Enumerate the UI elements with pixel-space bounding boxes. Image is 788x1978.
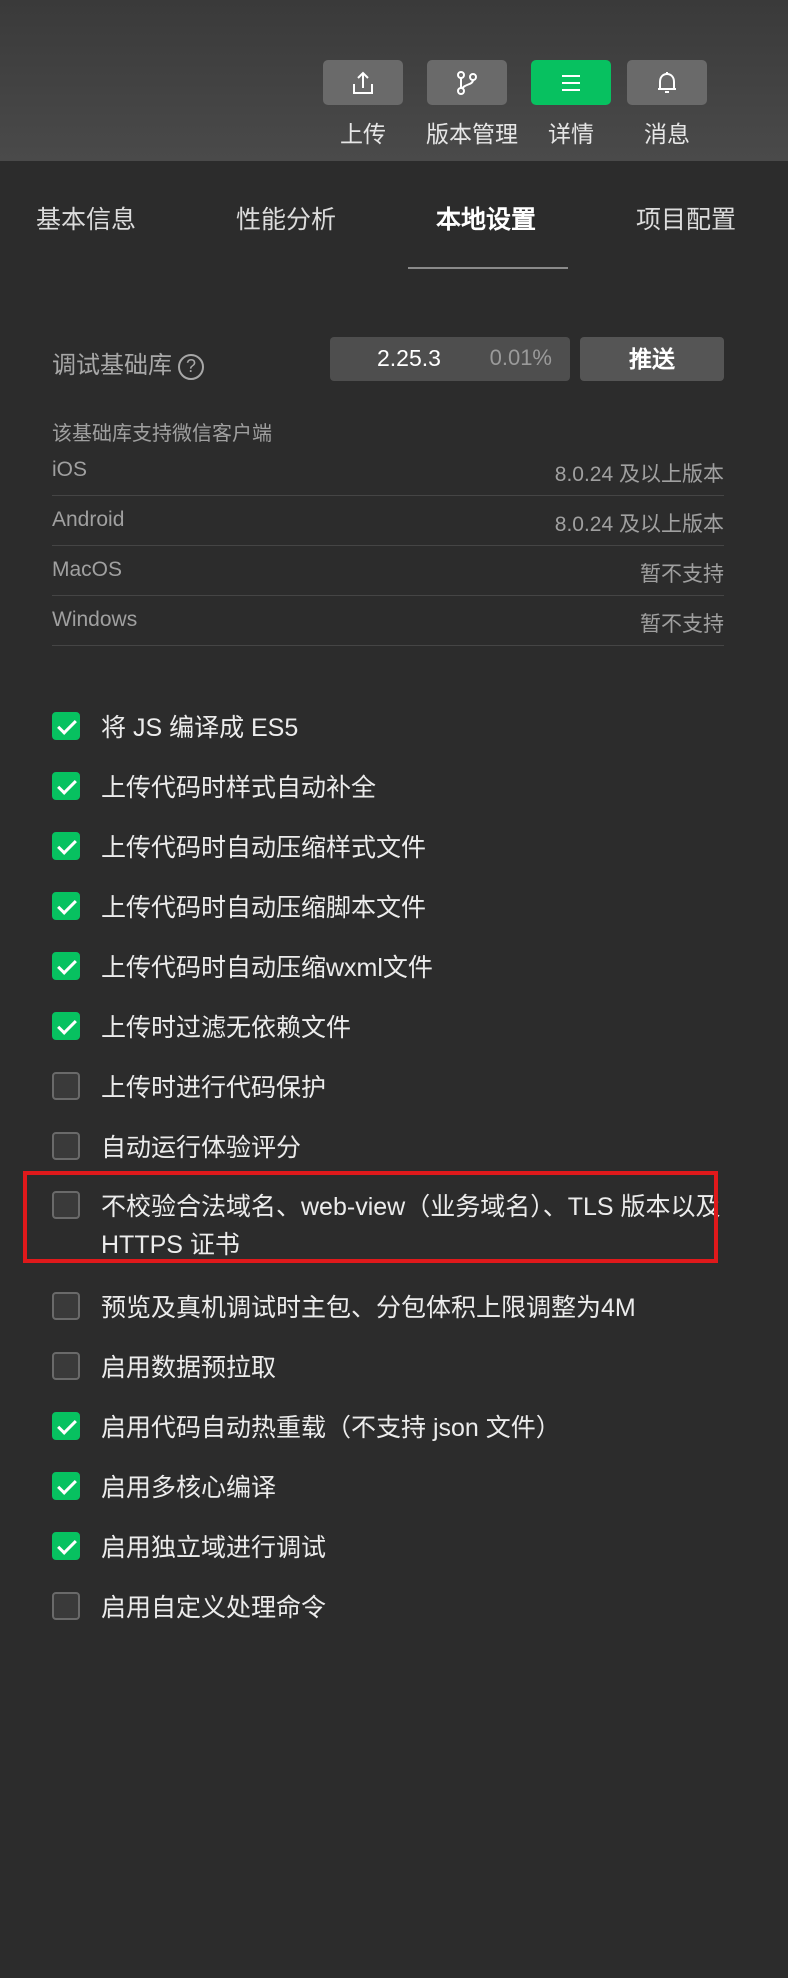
option-label: 启用多核心编译 (101, 1474, 277, 1502)
checkbox[interactable] (52, 1012, 80, 1040)
checkbox[interactable] (52, 1072, 80, 1100)
option-label: 启用独立域进行调试 (101, 1534, 327, 1562)
details-label: 详情 (548, 121, 594, 147)
support-value: 暂不支持 (640, 563, 724, 586)
base-lib-version-select[interactable]: 2.25.3 0.01% (330, 337, 570, 381)
bell-icon (658, 71, 676, 93)
support-platform: Windows (52, 608, 138, 631)
toolbar: 上传 版本管理 详情 消息 (0, 0, 788, 161)
checkbox[interactable] (52, 1292, 80, 1320)
option-label: 启用自定义处理命令 (101, 1594, 327, 1622)
option-label: 上传代码时自动压缩脚本文件 (101, 894, 427, 922)
support-value: 8.0.24 及以上版本 (554, 463, 724, 486)
version-management-button[interactable]: 版本管理 (426, 60, 518, 149)
support-row-ios: iOS 8.0.24 及以上版本 (52, 446, 724, 496)
checkbox[interactable] (52, 712, 80, 740)
base-lib-label-row: 调试基础库? (52, 345, 204, 380)
option-label: 上传代码时自动压缩样式文件 (101, 834, 427, 862)
base-lib-version: 2.25.3 (377, 345, 441, 371)
messages-label: 消息 (644, 121, 690, 147)
tab-performance[interactable]: 性能分析 (236, 200, 336, 236)
support-value: 8.0.24 及以上版本 (554, 513, 724, 536)
option-label: 预览及真机调试时主包、分包体积上限调整为4M (101, 1294, 636, 1322)
details-button[interactable]: 详情 (530, 60, 612, 149)
support-row-windows: Windows 暂不支持 (52, 596, 724, 646)
base-lib-percent: 0.01% (489, 345, 552, 370)
active-tab-indicator (408, 267, 568, 269)
push-button[interactable]: 推送 (580, 337, 724, 381)
support-platform: iOS (52, 458, 88, 481)
option-label: 上传代码时自动压缩wxml文件 (101, 954, 433, 982)
option-label: 启用数据预拉取 (101, 1354, 277, 1382)
tab-bar: 基本信息 性能分析 本地设置 项目配置 (0, 200, 788, 270)
option-label: 启用代码自动热重载（不支持 json 文件） (101, 1414, 561, 1442)
checkbox[interactable] (52, 1352, 80, 1380)
checkbox[interactable] (52, 952, 80, 980)
checkbox[interactable] (52, 1532, 80, 1560)
menu-icon (562, 74, 580, 91)
checkbox[interactable] (52, 1132, 80, 1160)
support-value: 暂不支持 (640, 613, 724, 636)
tab-local-settings[interactable]: 本地设置 (436, 200, 536, 236)
branch-icon (457, 70, 477, 95)
support-platform: MacOS (52, 558, 123, 581)
upload-button[interactable]: 上传 (322, 60, 404, 149)
upload-label: 上传 (340, 121, 386, 147)
option-label: 上传时过滤无依赖文件 (101, 1014, 352, 1042)
option-label: 上传代码时样式自动补全 (101, 774, 377, 802)
highlight-box (23, 1171, 718, 1263)
messages-button[interactable]: 消息 (626, 60, 708, 149)
tab-project-config[interactable]: 项目配置 (636, 200, 736, 236)
checkbox[interactable] (52, 1592, 80, 1620)
checkbox[interactable] (52, 772, 80, 800)
checkbox[interactable] (52, 1472, 80, 1500)
checkbox[interactable] (52, 1412, 80, 1440)
checkbox[interactable] (52, 832, 80, 860)
support-platform: Android (52, 508, 125, 531)
checkbox[interactable] (52, 892, 80, 920)
version-management-label: 版本管理 (426, 121, 518, 147)
option-label: 自动运行体验评分 (101, 1134, 302, 1162)
option-label: 将 JS 编译成 ES5 (101, 714, 299, 742)
tab-basic-info[interactable]: 基本信息 (36, 200, 136, 236)
support-row-macos: MacOS 暂不支持 (52, 546, 724, 596)
support-row-android: Android 8.0.24 及以上版本 (52, 496, 724, 546)
help-icon[interactable]: ? (178, 353, 204, 380)
support-title: 该基础库支持微信客户端 (52, 423, 272, 445)
option-label: 上传时进行代码保护 (101, 1074, 327, 1102)
base-lib-label: 调试基础库 (52, 352, 172, 379)
upload-icon (353, 71, 373, 94)
